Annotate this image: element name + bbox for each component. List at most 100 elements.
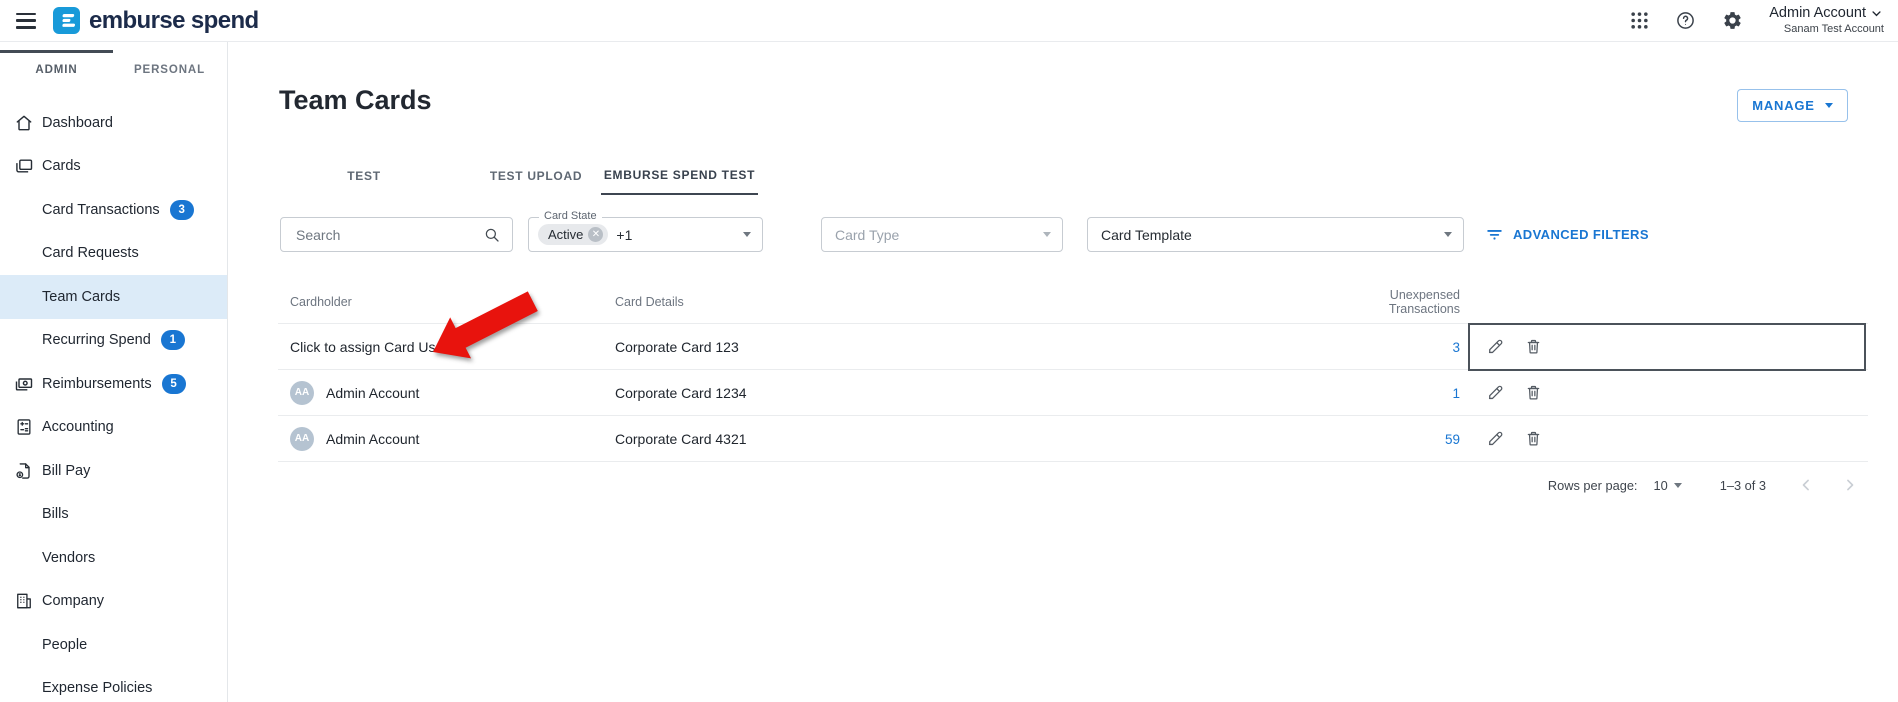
sidebar-item-label: Cards <box>42 158 81 174</box>
card-type-select[interactable]: Card Type <box>821 217 1063 252</box>
delete-trash-icon[interactable] <box>1524 337 1543 356</box>
column-header-cardholder: Cardholder <box>290 295 615 309</box>
table-row[interactable]: Click to assign Card User Corporate Card… <box>278 324 1868 370</box>
emburse-logo-icon[interactable] <box>53 7 80 34</box>
calculator-icon <box>14 417 34 437</box>
help-icon[interactable] <box>1675 10 1696 31</box>
chip-more-count: +1 <box>616 227 632 243</box>
chip-close-icon[interactable]: ✕ <box>588 227 603 242</box>
manage-button-label: MANAGE <box>1752 98 1815 113</box>
sidebar-item-vendors[interactable]: Vendors <box>0 536 227 580</box>
edit-pencil-icon[interactable] <box>1486 429 1505 448</box>
table-row[interactable]: AA Admin Account Corporate Card 4321 59 <box>278 416 1868 462</box>
rows-per-page-value: 10 <box>1654 478 1668 493</box>
sidebar-item-reimbursements[interactable]: Reimbursements 5 <box>0 362 227 406</box>
account-menu[interactable]: Admin Account Sanam Test Account <box>1769 5 1884 36</box>
sidebar-item-label: Company <box>42 593 104 609</box>
sidebar-item-label: Team Cards <box>42 289 120 305</box>
spacer <box>14 504 34 524</box>
edit-pencil-icon[interactable] <box>1486 337 1505 356</box>
sidebar-item-accounting[interactable]: Accounting <box>0 406 227 450</box>
advanced-filters-label: ADVANCED FILTERS <box>1513 227 1649 242</box>
sidebar-item-label: Expense Policies <box>42 680 152 696</box>
manage-button[interactable]: MANAGE <box>1737 89 1848 122</box>
search-field[interactable] <box>280 217 513 252</box>
spacer <box>14 330 34 350</box>
delete-trash-icon[interactable] <box>1524 429 1543 448</box>
chevron-down-icon <box>1444 232 1452 237</box>
delete-trash-icon[interactable] <box>1524 383 1543 402</box>
card-state-label: Card State <box>539 210 602 222</box>
emburse-spend-app: emburse spend <box>0 0 1898 702</box>
chevron-down-icon <box>1674 483 1682 488</box>
avatar: AA <box>290 381 314 405</box>
next-page-icon[interactable] <box>1840 475 1860 495</box>
sidebar-item-team-cards[interactable]: Team Cards <box>0 275 227 319</box>
sidebar-item-label: Bills <box>42 506 69 522</box>
sidebar-mode-tabs: ADMIN PERSONAL <box>0 42 227 91</box>
sidebar-item-bill-pay[interactable]: Bill Pay <box>0 449 227 493</box>
cards-icon <box>14 156 34 176</box>
sidebar-nav: Dashboard Cards Card Transactions 3 Card… <box>0 101 227 702</box>
tab-personal[interactable]: PERSONAL <box>113 51 226 91</box>
table-row[interactable]: AA Admin Account Corporate Card 1234 1 <box>278 370 1868 416</box>
rows-per-page-select[interactable]: 10 <box>1654 478 1682 493</box>
bill-icon <box>14 461 34 481</box>
sidebar: ADMIN PERSONAL Dashboard Cards Card Tran… <box>0 42 228 702</box>
filter-chip-active[interactable]: Active ✕ <box>538 224 608 245</box>
sidebar-item-company[interactable]: Company <box>0 580 227 624</box>
card-details-cell: Corporate Card 123 <box>615 339 1322 355</box>
avatar: AA <box>290 427 314 451</box>
sidebar-item-label: People <box>42 637 87 653</box>
money-icon <box>14 374 34 394</box>
home-icon <box>14 113 34 133</box>
main-content: Team Cards MANAGE TEST TEST UPLOAD EMBUR… <box>229 42 1898 702</box>
unexpensed-count-link[interactable]: 3 <box>1452 340 1460 355</box>
chevron-down-icon <box>1043 232 1051 237</box>
filter-icon <box>1485 225 1504 244</box>
count-badge: 3 <box>170 200 194 220</box>
search-icon <box>483 226 501 244</box>
row-actions <box>1486 429 1543 448</box>
sidebar-item-label: Dashboard <box>42 115 113 131</box>
tab-admin[interactable]: ADMIN <box>0 51 113 91</box>
unexpensed-count-link[interactable]: 59 <box>1445 432 1460 447</box>
filters-row: Card State Active ✕ +1 Card Type Card Te… <box>229 215 1898 257</box>
tab-emburse-spend-test[interactable]: EMBURSE SPEND TEST <box>601 157 758 195</box>
sidebar-item-card-requests[interactable]: Card Requests <box>0 232 227 276</box>
previous-page-icon[interactable] <box>1796 475 1816 495</box>
settings-gear-icon[interactable] <box>1722 10 1743 31</box>
sidebar-item-card-transactions[interactable]: Card Transactions 3 <box>0 188 227 232</box>
spacer <box>14 635 34 655</box>
sidebar-item-bills[interactable]: Bills <box>0 493 227 537</box>
sidebar-item-recurring-spend[interactable]: Recurring Spend 1 <box>0 319 227 363</box>
cardholder-name: Admin Account <box>326 385 419 401</box>
hamburger-menu-icon[interactable] <box>16 13 36 29</box>
sidebar-item-people[interactable]: People <box>0 623 227 667</box>
building-icon <box>14 591 34 611</box>
sidebar-item-dashboard[interactable]: Dashboard <box>0 101 227 145</box>
brand-wordmark: emburse spend <box>89 7 259 35</box>
chevron-down-icon <box>743 232 751 237</box>
account-name: Admin Account <box>1769 5 1866 22</box>
rows-per-page-label: Rows per page: <box>1548 478 1638 493</box>
tab-test-upload[interactable]: TEST UPLOAD <box>471 157 601 195</box>
spacer <box>14 243 34 263</box>
search-input[interactable] <box>294 226 483 244</box>
unexpensed-count-link[interactable]: 1 <box>1452 386 1460 401</box>
sidebar-item-cards[interactable]: Cards <box>0 145 227 189</box>
card-template-select[interactable]: Card Template <box>1087 217 1464 252</box>
card-program-tabs: TEST TEST UPLOAD EMBURSE SPEND TEST <box>229 157 1898 195</box>
card-state-select[interactable]: Card State Active ✕ +1 <box>528 217 763 252</box>
tab-test[interactable]: TEST <box>314 157 414 195</box>
spacer <box>14 548 34 568</box>
apps-grid-icon[interactable] <box>1630 11 1649 30</box>
assign-card-user-link[interactable]: Click to assign Card User <box>290 339 448 355</box>
edit-pencil-icon[interactable] <box>1486 383 1505 402</box>
card-details-cell: Corporate Card 1234 <box>615 385 1322 401</box>
page-title: Team Cards <box>279 85 432 116</box>
advanced-filters-button[interactable]: ADVANCED FILTERS <box>1485 225 1649 244</box>
sidebar-item-label: Reimbursements <box>42 376 152 392</box>
sidebar-item-expense-policies[interactable]: Expense Policies <box>0 667 227 702</box>
sidebar-item-label: Accounting <box>42 419 114 435</box>
